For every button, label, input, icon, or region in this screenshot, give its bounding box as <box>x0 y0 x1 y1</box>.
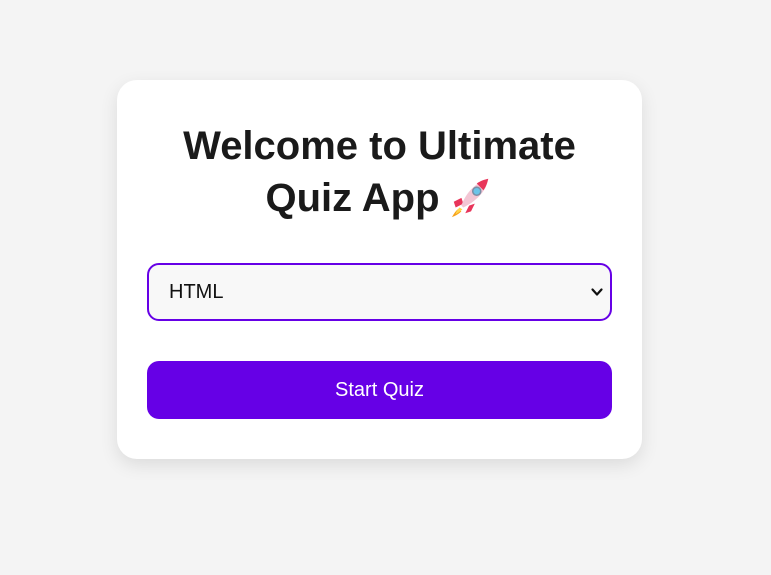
topic-select-value: HTML <box>169 281 224 303</box>
start-quiz-button[interactable]: Start Quiz <box>147 361 612 419</box>
title-line-2-text: Quiz App <box>265 176 440 220</box>
chevron-down-icon <box>591 288 603 296</box>
topic-select[interactable]: HTML <box>147 263 612 321</box>
title-line-2: Quiz App <box>117 172 642 224</box>
rocket-icon <box>451 178 488 218</box>
title-line-1: Welcome to Ultimate <box>183 124 576 168</box>
page-title: Welcome to Ultimate Quiz App <box>117 120 642 224</box>
quiz-welcome-card: Welcome to Ultimate Quiz App HTML Start … <box>117 80 642 459</box>
